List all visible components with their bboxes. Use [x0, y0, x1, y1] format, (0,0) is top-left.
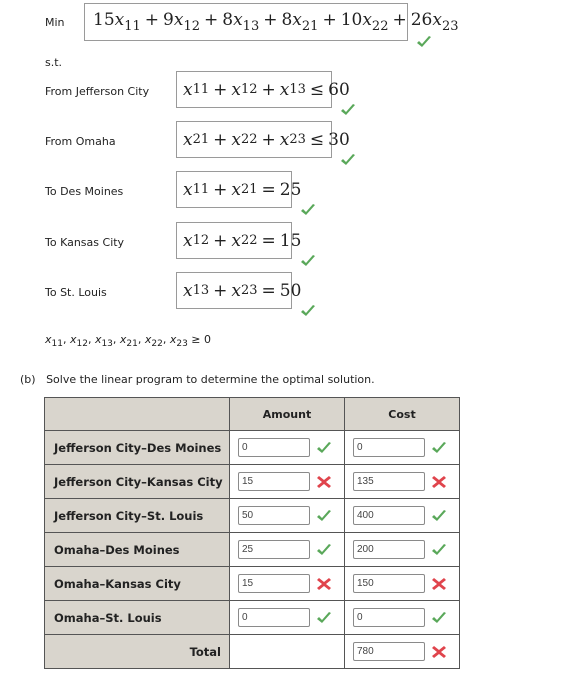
constraint-answer-box[interactable]: x 21 + x 22 + x 23 ≤30	[176, 121, 350, 158]
table-row: Omaha–St. Louis 0 0	[44, 600, 460, 635]
cost-input[interactable]: 135	[353, 472, 425, 491]
check-icon	[317, 611, 331, 623]
check-icon	[432, 543, 446, 555]
objective-expression: 15x11 +9x12 +8x13 +8x21 +10x22 +26x23	[93, 10, 459, 34]
check-icon	[317, 509, 331, 521]
constraint-answer-box[interactable]: x 12 + x 22 = 15	[176, 222, 301, 259]
amount-cell: 0	[229, 600, 345, 635]
route-label: Omaha–St. Louis	[44, 600, 230, 635]
cross-icon	[432, 475, 446, 488]
constraint-rhs: 25	[279, 179, 302, 200]
header-blank	[44, 397, 230, 431]
check-icon	[432, 611, 446, 623]
constraint-label: From Omaha	[45, 135, 116, 148]
part-b-prompt: (b) Solve the linear program to determin…	[20, 373, 375, 386]
constraint-rhs: 50	[279, 280, 302, 301]
cost-input[interactable]: 200	[353, 540, 425, 559]
constraint-label: From Jefferson City	[45, 85, 150, 98]
route-label: Omaha–Des Moines	[44, 532, 230, 567]
total-label: Total	[44, 634, 230, 669]
table-row: Jefferson City–Kansas City 15 135	[44, 464, 460, 499]
amount-cell: 25	[229, 532, 345, 567]
check-icon	[317, 441, 331, 453]
route-label: Omaha–Kansas City	[44, 566, 230, 601]
cost-cell: 150	[344, 566, 460, 601]
amount-input[interactable]: 0	[238, 438, 310, 457]
amount-cell: 15	[229, 464, 345, 499]
check-icon	[417, 36, 431, 47]
constraint-answer-box[interactable]: x 11 + x 21 = 25	[176, 171, 301, 208]
total-row: Total 780	[44, 634, 460, 669]
route-label: Jefferson City–Des Moines	[44, 430, 230, 465]
total-amount-cell	[229, 634, 345, 669]
amount-input[interactable]: 15	[238, 574, 310, 593]
cost-cell: 0	[344, 430, 460, 465]
constraint-operator: ≤	[309, 79, 325, 100]
table-row: Omaha–Kansas City 15 150	[44, 566, 460, 601]
amount-cell: 0	[229, 430, 345, 465]
header-amount: Amount	[229, 397, 345, 431]
cost-cell: 135	[344, 464, 460, 499]
constraint-answer-box[interactable]: x 11 + x 12 + x 13 ≤60	[176, 71, 350, 108]
amount-cell: 50	[229, 498, 345, 533]
route-label: Jefferson City–Kansas City	[44, 464, 230, 499]
objective-term: 8x13	[222, 10, 260, 34]
constraint-label: To St. Louis	[45, 286, 107, 299]
table-header-row: Amount Cost	[44, 397, 460, 431]
objective-term: 10x22	[340, 10, 389, 34]
route-label: Jefferson City–St. Louis	[44, 498, 230, 533]
cross-icon	[317, 577, 331, 590]
part-b-marker: (b)	[20, 373, 36, 386]
check-icon	[301, 255, 315, 266]
objective-term: 9x12	[163, 10, 200, 34]
constraint-answer-box[interactable]: x 13 + x 23 = 50	[176, 272, 301, 309]
amount-cell: 15	[229, 566, 345, 601]
constraint-rhs: 15	[279, 230, 302, 251]
solution-table: Amount Cost Jefferson City–Des Moines 0 0 J…	[44, 397, 460, 669]
cross-icon	[432, 645, 446, 658]
amount-input[interactable]: 15	[238, 472, 310, 491]
cost-input[interactable]: 0	[353, 438, 425, 457]
total-cost-cell: 780	[344, 634, 460, 669]
objective-answer-box[interactable]: 15x11 +9x12 +8x13 +8x21 +10x22 +26x23	[84, 3, 459, 41]
part-b-text: Solve the linear program to determine th…	[46, 373, 375, 386]
constraint-rhs: 30	[328, 129, 350, 150]
cost-input[interactable]: 0	[353, 608, 425, 627]
nonnegativity-constraint: x11, x12, x13, x21, x22, x23 ≥ 0	[45, 333, 212, 349]
check-icon	[341, 104, 355, 115]
constraint-label: To Kansas City	[45, 236, 125, 249]
constraint-operator: =	[261, 230, 276, 251]
table-row: Jefferson City–St. Louis 50 400	[44, 498, 460, 533]
check-icon	[301, 305, 315, 316]
header-cost: Cost	[344, 397, 460, 431]
objective-term: 26x23	[410, 10, 459, 34]
subject-to-label: s.t.	[45, 56, 63, 69]
constraint-operator: =	[261, 280, 276, 301]
objective-term: 15x11	[93, 10, 141, 34]
objective-term: 8x21	[281, 10, 319, 34]
cost-cell: 200	[344, 532, 460, 567]
check-icon	[317, 543, 331, 555]
check-icon	[432, 509, 446, 521]
check-icon	[341, 154, 355, 165]
constraint-label: To Des Moines	[45, 185, 124, 198]
check-icon	[432, 441, 446, 453]
constraint-operator: ≤	[309, 129, 325, 150]
cross-icon	[432, 577, 446, 590]
cost-cell: 400	[344, 498, 460, 533]
total-cost-input[interactable]: 780	[353, 642, 425, 661]
constraint-rhs: 60	[328, 79, 350, 100]
table-row: Jefferson City–Des Moines 0 0	[44, 430, 460, 465]
table-row: Omaha–Des Moines 25 200	[44, 532, 460, 567]
amount-input[interactable]: 25	[238, 540, 310, 559]
amount-input[interactable]: 0	[238, 608, 310, 627]
cost-cell: 0	[344, 600, 460, 635]
amount-input[interactable]: 50	[238, 506, 310, 525]
cross-icon	[317, 475, 331, 488]
check-icon	[301, 204, 315, 215]
objective-label: Min	[45, 16, 65, 29]
cost-input[interactable]: 400	[353, 506, 425, 525]
cost-input[interactable]: 150	[353, 574, 425, 593]
constraint-operator: =	[261, 179, 276, 200]
